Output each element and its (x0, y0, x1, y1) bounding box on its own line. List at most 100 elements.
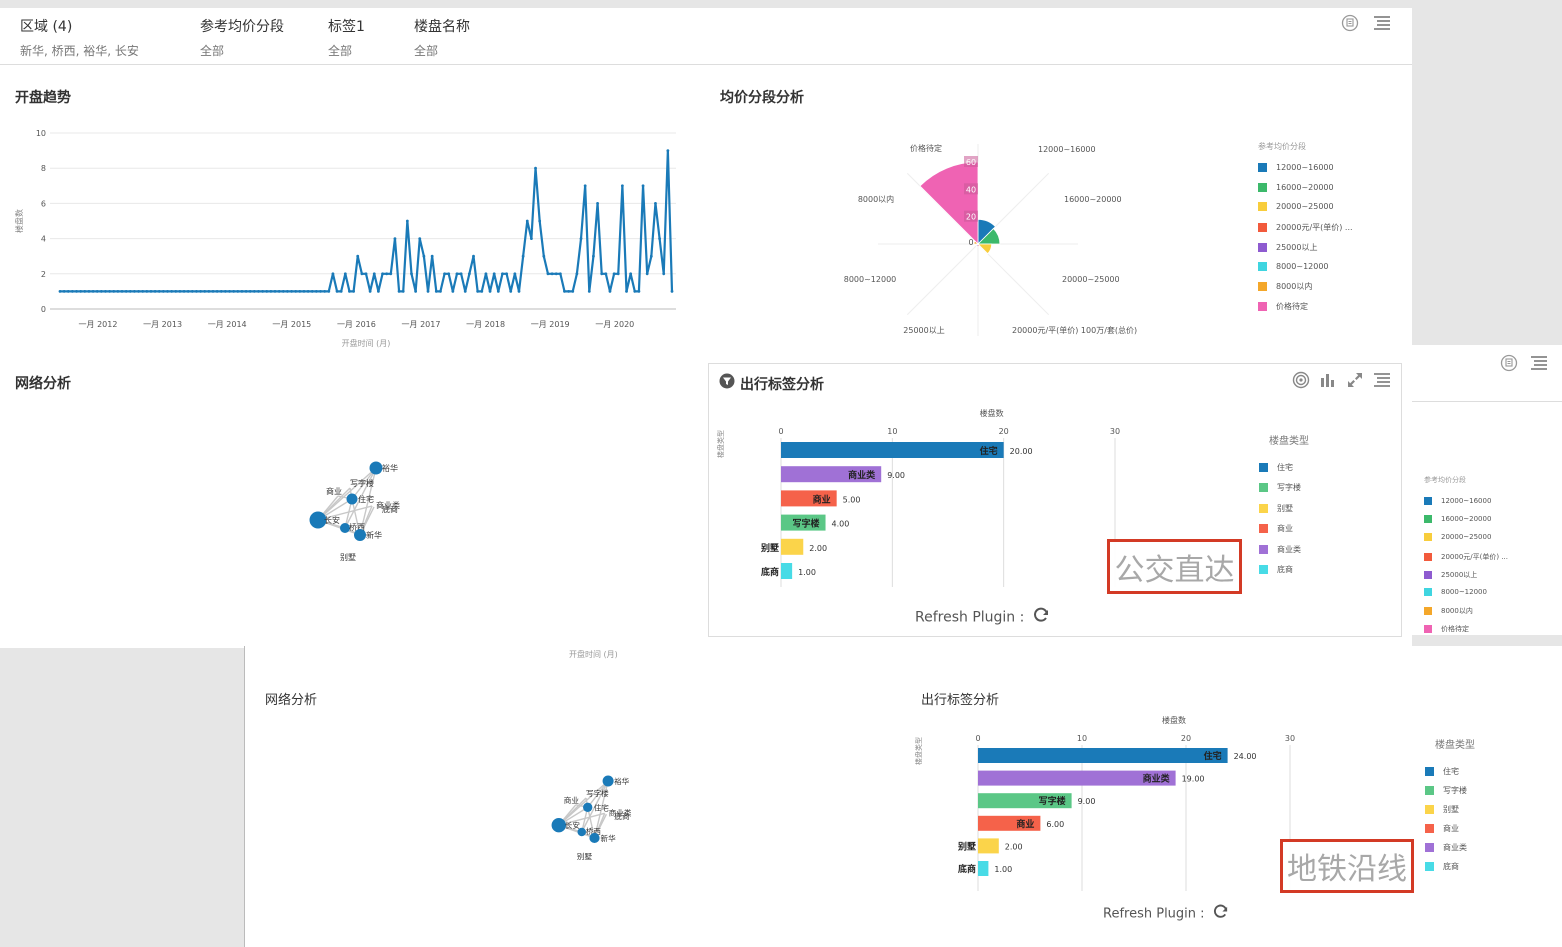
trend-point (120, 290, 124, 293)
trend-point (662, 272, 666, 276)
network-title: 网络分析 (15, 376, 71, 392)
bar-legend-item[interactable]: 商业 (1425, 823, 1459, 834)
trend-point (364, 272, 368, 276)
bar-legend-item[interactable]: 商业 (1259, 523, 1293, 534)
refresh-icon[interactable] (1033, 607, 1050, 628)
legend-label: 25000以上 (1276, 242, 1318, 252)
price-legend-item[interactable]: 价格待定 (1258, 301, 1308, 312)
network-label: 住宅 (594, 802, 610, 812)
refresh-text-2: Refresh Plugin : (1103, 906, 1205, 922)
bar-legend-item[interactable]: 住宅 (1259, 462, 1293, 473)
price-legend-item[interactable]: 20000元/平(单价) ... (1258, 222, 1353, 233)
price-legend-item[interactable]: 16000~20000 (1258, 182, 1334, 192)
price-legend-item[interactable]: 8000以内 (1258, 281, 1312, 292)
trend-point (542, 254, 546, 258)
price-legend-item[interactable]: 12000~16000 (1258, 163, 1334, 172)
bar-legend-item[interactable]: 别墅 (1259, 503, 1293, 514)
side-legend-item[interactable]: 12000~16000 (1424, 497, 1491, 505)
side-legend-item[interactable]: 25000以上 (1424, 570, 1477, 580)
network-label: 写字楼 (586, 788, 609, 798)
price-legend-item[interactable]: 8000~12000 (1258, 261, 1329, 271)
bar-legend-item[interactable]: 底商 (1259, 564, 1293, 575)
trend-point (244, 290, 248, 293)
bar-legend-item[interactable]: 写字楼 (1425, 785, 1467, 796)
bar-chart-icon[interactable] (1318, 370, 1338, 390)
menu-icon[interactable] (1372, 13, 1392, 33)
bar-y-label: 楼盘类型 (914, 737, 923, 765)
legend-label: 8000~12000 (1276, 261, 1329, 271)
bar-rect (781, 442, 1004, 458)
side-legend-item[interactable]: 8000以内 (1424, 606, 1473, 616)
filter-label-region[interactable]: 区域 (4) (20, 16, 72, 36)
side-legend-item[interactable]: 16000~20000 (1424, 515, 1491, 524)
bar-category-label: 商业 (1016, 818, 1034, 830)
bar-legend-item[interactable]: 住宅 (1425, 766, 1459, 777)
trend-point (612, 272, 616, 276)
side-legend-item[interactable]: 8000~12000 (1424, 588, 1487, 596)
trend-y-tick: 8 (41, 164, 46, 173)
price-legend-item[interactable]: 25000以上 (1258, 242, 1317, 253)
side-report-icon[interactable] (1499, 353, 1519, 373)
panel-menu-icon[interactable] (1372, 370, 1392, 390)
report-icon[interactable] (1340, 13, 1360, 33)
trend-point (670, 290, 674, 293)
bar-legend-item[interactable]: 商业类 (1425, 842, 1467, 853)
legend-swatch (1424, 533, 1432, 542)
price-legend-item[interactable]: 20000~25000 (1258, 202, 1334, 212)
trend-point (563, 290, 566, 293)
filter-value-region[interactable]: 新华, 桥西, 裕华, 长安 (20, 42, 139, 59)
side-legend-item[interactable]: 价格待定 (1424, 624, 1469, 634)
bar-legend-item[interactable]: 写字楼 (1259, 482, 1301, 493)
trend-point (124, 290, 128, 293)
tag-overlay-bus: 公交直达 (1107, 539, 1242, 594)
trend-point (517, 290, 521, 293)
bar-legend-item[interactable]: 别墅 (1425, 804, 1459, 815)
bar-x-label: 楼盘数 (980, 408, 1004, 418)
side-menu-icon[interactable] (1529, 353, 1549, 373)
network-graph-2: 裕华写字楼商业住宅商业类底商长安桥西新华别墅 (551, 775, 632, 861)
trend-point (261, 290, 265, 293)
trend-point (571, 290, 575, 293)
bar-legend-item[interactable]: 底商 (1425, 861, 1459, 872)
trend-point (579, 237, 583, 240)
bar-category-label: 底商 (958, 863, 976, 875)
trend-x-tick: 一月 2015 (272, 320, 311, 329)
trend-point (600, 272, 604, 276)
target-icon[interactable] (1291, 370, 1311, 390)
bar-x-tick: 10 (887, 427, 897, 436)
bar-legend-item[interactable]: 商业类 (1259, 544, 1301, 555)
trend-x-tick: 一月 2014 (208, 320, 247, 329)
legend-swatch (1424, 625, 1432, 634)
legend-swatch (1259, 503, 1268, 513)
legend-swatch (1258, 163, 1267, 172)
filter-label-name[interactable]: 楼盘名称 (414, 16, 470, 36)
trend-point (534, 166, 537, 170)
filter-label-price[interactable]: 参考均价分段 (200, 16, 284, 36)
side-legend-item[interactable]: 20000~25000 (1424, 533, 1491, 542)
bar-x-tick: 20 (999, 427, 1009, 436)
refresh-icon-2[interactable] (1213, 904, 1229, 924)
filter-value-price[interactable]: 全部 (200, 42, 224, 59)
rose-tick: 0 (968, 238, 973, 247)
trend-point (145, 290, 149, 293)
expand-icon[interactable] (1345, 370, 1365, 390)
trend-point (645, 272, 649, 276)
trend-point (649, 254, 653, 258)
side-legend-item[interactable]: 20000元/平(单价) ... (1424, 552, 1508, 562)
filter-value-tag[interactable]: 全部 (328, 42, 352, 59)
trend-point (455, 272, 459, 276)
trend-point (496, 290, 500, 293)
filter-value-name[interactable]: 全部 (414, 42, 438, 59)
trend-y-tick: 0 (41, 305, 46, 314)
trend-point (583, 184, 587, 188)
trend-point (525, 219, 529, 223)
filter-icon[interactable] (717, 371, 737, 391)
trend-point (592, 254, 595, 258)
filter-label-tag[interactable]: 标签1 (328, 16, 365, 36)
tag-legend: 楼盘类型 住宅 写字楼 别墅 商业 商业类 底商 (1259, 436, 1379, 602)
trend-point (513, 272, 517, 276)
trend-point (71, 290, 74, 293)
network-label: 住宅 (358, 494, 374, 504)
side-legend-title: 参考均价分段 (1424, 476, 1466, 484)
network-label: 别墅 (340, 552, 356, 562)
